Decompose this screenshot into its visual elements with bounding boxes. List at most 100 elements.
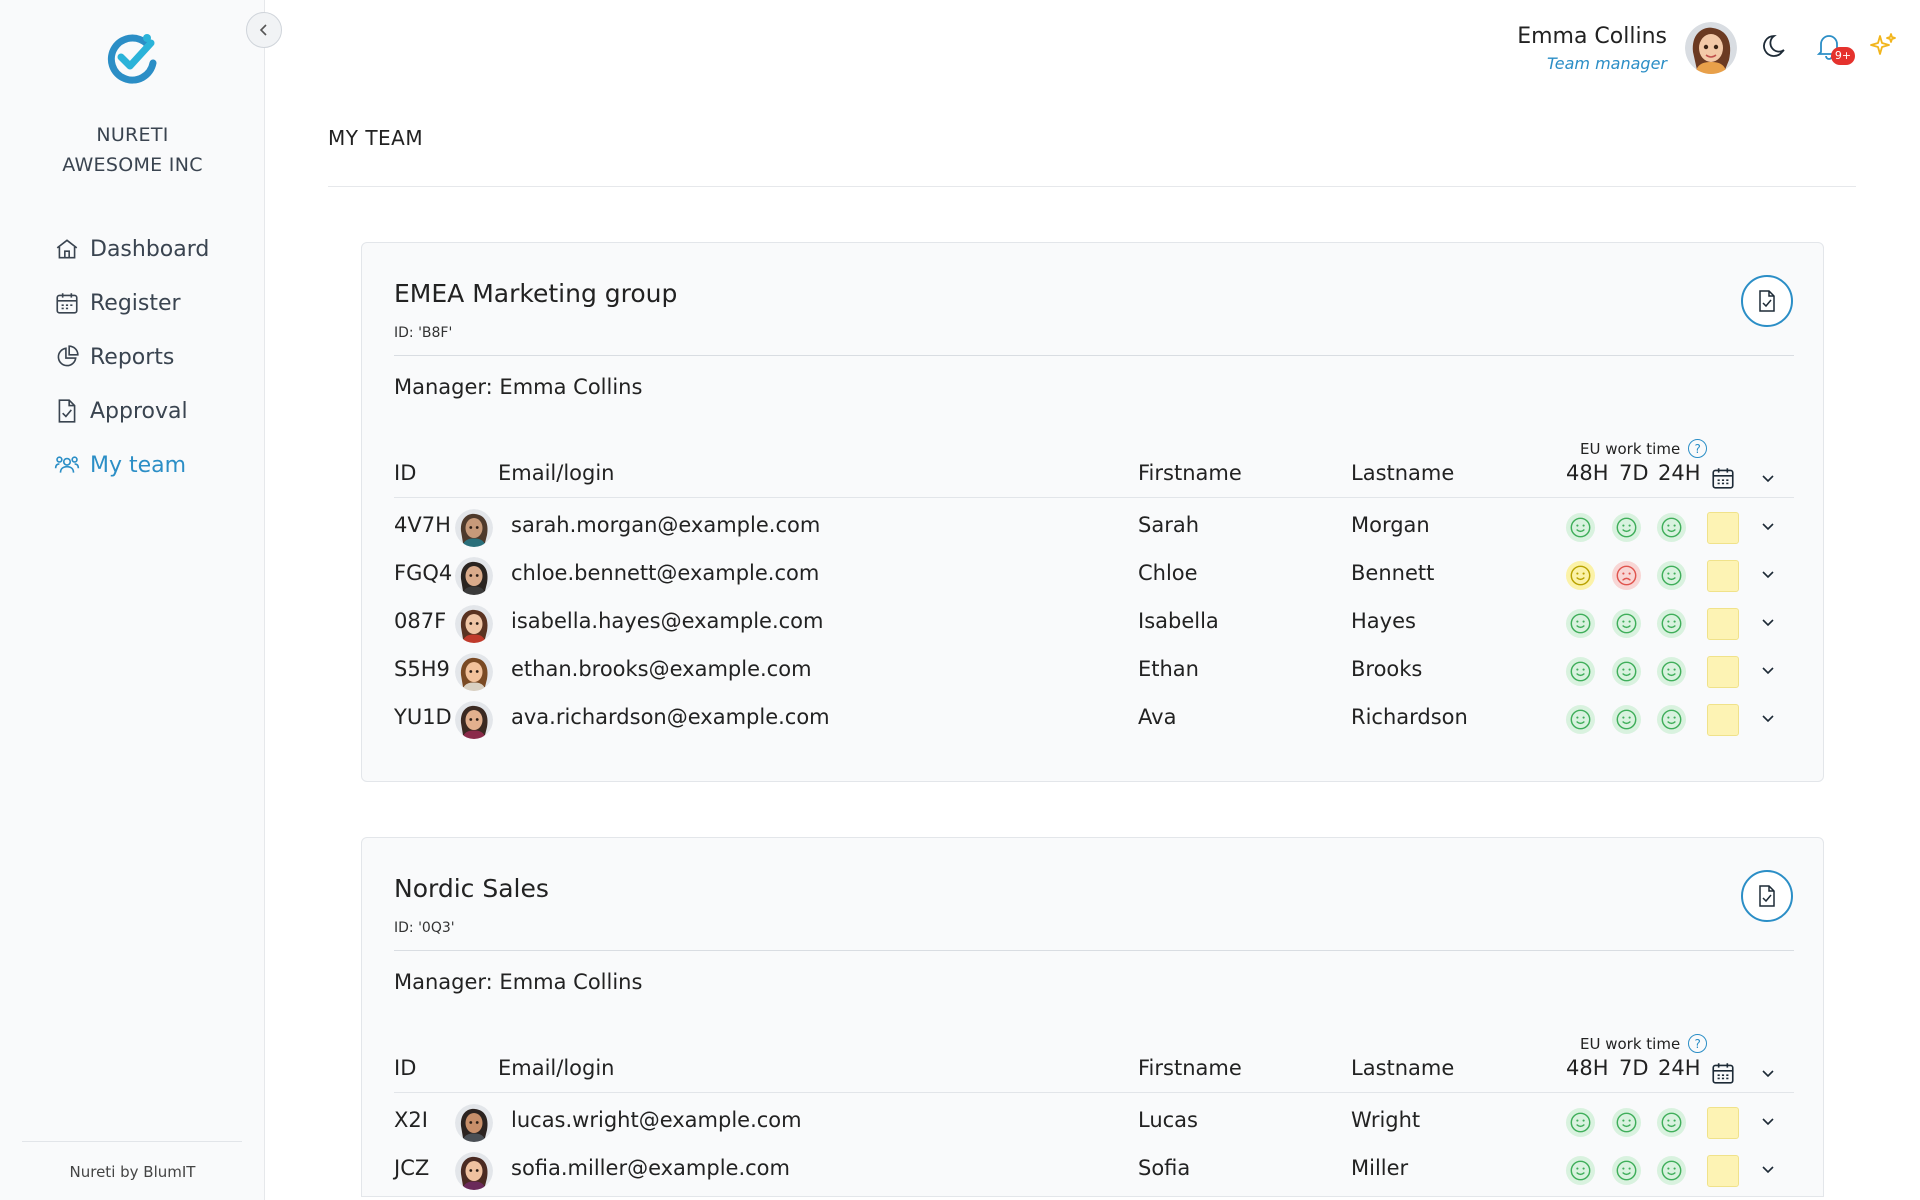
org-subname: AWESOME INC (62, 154, 203, 176)
happy-face-icon[interactable] (1611, 656, 1642, 687)
sidebar-item-my-team[interactable]: My team (54, 438, 209, 492)
neutral-face-icon[interactable] (1565, 560, 1596, 591)
calendar-icon (56, 293, 78, 314)
file-check-icon (1759, 290, 1775, 312)
chevron-down-icon[interactable] (1758, 1064, 1778, 1084)
happy-face-icon[interactable] (1656, 656, 1687, 687)
chevron-down-icon[interactable] (1758, 709, 1778, 729)
sidebar-item-label: Approval (90, 398, 188, 424)
team-report-button[interactable] (1741, 870, 1793, 922)
sidebar-item-label: Reports (90, 344, 175, 370)
happy-face-icon[interactable] (1611, 1107, 1642, 1138)
member-lastname: Brooks (1351, 657, 1423, 681)
member-lastname: Bennett (1351, 561, 1435, 585)
status-box[interactable] (1707, 512, 1739, 544)
status-box[interactable] (1707, 560, 1739, 592)
chevron-down-icon[interactable] (1758, 565, 1778, 585)
status-box[interactable] (1707, 1107, 1739, 1139)
help-icon[interactable]: ? (1688, 439, 1708, 458)
file-check-icon (58, 399, 76, 423)
sidebar-nav: Dashboard Register Reports Approval My t… (54, 222, 209, 492)
member-id: JCZ (394, 1156, 430, 1180)
file-check-icon (1759, 885, 1775, 907)
happy-face-icon[interactable] (1565, 1155, 1596, 1186)
collapse-sidebar-button[interactable] (246, 12, 282, 48)
team-report-button[interactable] (1741, 275, 1793, 327)
table-row[interactable]: 087F isabella.hayes@example.com Isabella Ha… (362, 599, 1823, 647)
happy-face-icon[interactable] (1656, 1155, 1687, 1186)
happy-face-icon[interactable] (1565, 704, 1596, 735)
user-avatar[interactable] (1685, 22, 1737, 74)
happy-face-icon[interactable] (1611, 1155, 1642, 1186)
team-id: ID: 'B8F' (394, 325, 453, 341)
sidebar-item-dashboard[interactable]: Dashboard (54, 222, 209, 276)
chevron-down-icon[interactable] (1758, 613, 1778, 633)
header-divider (394, 1092, 1794, 1093)
sparkles-icon[interactable] (1867, 30, 1899, 62)
status-box[interactable] (1707, 704, 1739, 736)
member-firstname: Chloe (1138, 561, 1198, 585)
member-email: sofia.miller@example.com (511, 1156, 790, 1180)
happy-face-icon[interactable] (1565, 656, 1596, 687)
member-id: S5H9 (394, 657, 450, 681)
pie-chart-icon (57, 345, 79, 367)
happy-face-icon[interactable] (1656, 1107, 1687, 1138)
status-box[interactable] (1707, 608, 1739, 640)
eu-work-time-label: EU work time ? (1580, 1034, 1708, 1053)
member-avatar (455, 557, 493, 595)
member-firstname: Sofia (1138, 1156, 1191, 1180)
chevron-left-icon (259, 24, 267, 36)
column-header-firstname: Firstname (1138, 461, 1242, 485)
column-header-id: ID (394, 1056, 417, 1080)
sad-face-icon[interactable] (1611, 560, 1642, 591)
column-header-48h: 48H (1566, 461, 1609, 485)
sidebar-item-approval[interactable]: Approval (54, 384, 209, 438)
eu-work-time-text: EU work time (1580, 439, 1681, 458)
nureti-logo (107, 34, 157, 84)
table-row[interactable]: FGQ4 chloe.bennett@example.com Chloe Bennet… (362, 551, 1823, 599)
column-header-lastname: Lastname (1351, 461, 1455, 485)
sidebar-item-reports[interactable]: Reports (54, 330, 209, 384)
member-avatar (455, 653, 493, 691)
happy-face-icon[interactable] (1611, 704, 1642, 735)
chevron-down-icon[interactable] (1758, 517, 1778, 537)
calendar-icon[interactable] (1710, 465, 1736, 491)
happy-face-icon[interactable] (1565, 512, 1596, 543)
table-row[interactable]: X2I lucas.wright@example.com Lucas Wright (362, 1098, 1823, 1146)
member-firstname: Isabella (1138, 609, 1219, 633)
chevron-down-icon[interactable] (1758, 1160, 1778, 1180)
status-box[interactable] (1707, 656, 1739, 688)
table-row[interactable]: YU1D ava.richardson@example.com Ava Richard… (362, 695, 1823, 743)
eu-work-time-label: EU work time ? (1580, 439, 1708, 458)
happy-face-icon[interactable] (1656, 512, 1687, 543)
member-lastname: Miller (1351, 1156, 1409, 1180)
happy-face-icon[interactable] (1656, 704, 1687, 735)
column-header-email: Email/login (498, 461, 615, 485)
happy-face-icon[interactable] (1565, 608, 1596, 639)
member-id: X2I (394, 1108, 428, 1132)
happy-face-icon[interactable] (1656, 608, 1687, 639)
column-header-id: ID (394, 461, 417, 485)
happy-face-icon[interactable] (1611, 608, 1642, 639)
users-icon (54, 456, 80, 473)
team-name: EMEA Marketing group (394, 279, 678, 308)
happy-face-icon[interactable] (1656, 560, 1687, 591)
calendar-icon[interactable] (1710, 1060, 1736, 1086)
table-row[interactable]: JCZ sofia.miller@example.com Sofia Miller (362, 1146, 1823, 1194)
sidebar-item-register[interactable]: Register (54, 276, 209, 330)
happy-face-icon[interactable] (1565, 1107, 1596, 1138)
card-divider (394, 355, 1794, 356)
sidebar-item-label: Register (90, 290, 181, 316)
dark-mode-moon-icon[interactable] (1760, 30, 1792, 62)
chevron-down-icon[interactable] (1758, 1112, 1778, 1132)
happy-face-icon[interactable] (1611, 512, 1642, 543)
home-icon (56, 239, 78, 259)
status-box[interactable] (1707, 1155, 1739, 1187)
help-icon[interactable]: ? (1688, 1034, 1708, 1053)
chevron-down-icon[interactable] (1758, 661, 1778, 681)
member-email: isabella.hayes@example.com (511, 609, 824, 633)
team-manager: Manager: Emma Collins (394, 970, 643, 994)
chevron-down-icon[interactable] (1758, 469, 1778, 489)
table-row[interactable]: S5H9 ethan.brooks@example.com Ethan Brooks (362, 647, 1823, 695)
table-row[interactable]: 4V7H sarah.morgan@example.com Sarah Morgan (362, 503, 1823, 551)
